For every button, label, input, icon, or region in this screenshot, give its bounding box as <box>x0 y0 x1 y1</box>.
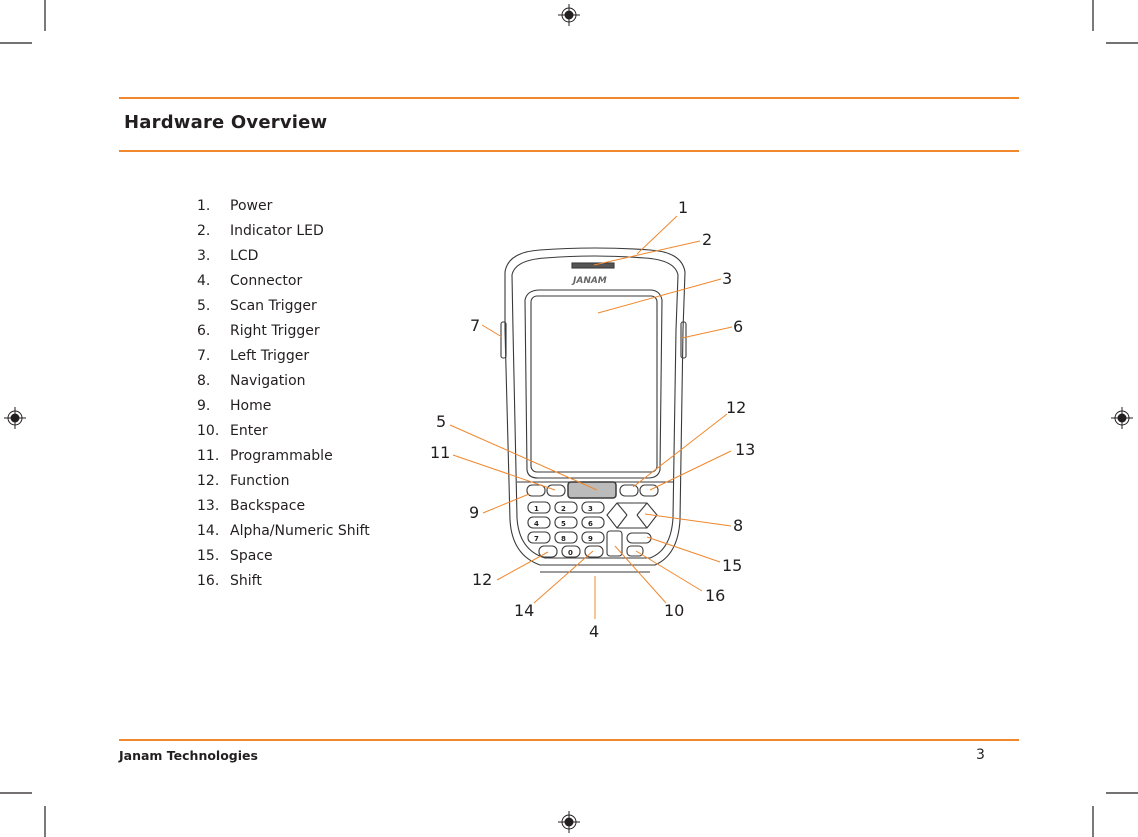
list-item-number: 7. <box>197 348 211 364</box>
list-item-label: Home <box>230 398 272 414</box>
svg-text:0: 0 <box>568 549 573 557</box>
callout-14: 14 <box>514 601 535 620</box>
lcd-screen <box>530 295 658 473</box>
list-item-label: Connector <box>230 273 303 289</box>
callout-5: 5 <box>436 412 447 431</box>
callout-13: 13 <box>735 440 756 459</box>
callout-1: 1 <box>678 198 689 217</box>
svg-text:7: 7 <box>534 535 539 543</box>
svg-text:5: 5 <box>561 520 566 528</box>
list-item-label: Function <box>230 473 290 489</box>
leader-8 <box>644 513 732 527</box>
callout-12-bottom: 12 <box>472 570 493 589</box>
list-item-number: 10. <box>197 423 220 439</box>
programmable-key <box>546 484 566 497</box>
svg-text:9: 9 <box>588 535 593 543</box>
navigation-pad <box>606 502 658 529</box>
leader-13 <box>649 450 732 491</box>
list-item-label: Backspace <box>230 498 306 514</box>
callout-12-top: 12 <box>726 398 747 417</box>
leader-14 <box>533 550 594 604</box>
header-rule-bottom <box>119 150 1019 152</box>
list-item-number: 5. <box>197 298 211 314</box>
callout-6: 6 <box>733 317 744 336</box>
leader-6 <box>681 326 733 339</box>
leader-5 <box>449 424 598 491</box>
callout-11: 11 <box>430 443 451 462</box>
page-number: 3 <box>976 747 985 763</box>
leader-9 <box>482 493 530 514</box>
list-item-number: 2. <box>197 223 211 239</box>
list-item-number: 3. <box>197 248 211 264</box>
callout-7: 7 <box>470 316 481 335</box>
list-item-number: 1. <box>197 198 211 214</box>
brand-logo: JANAM <box>571 276 607 286</box>
list-item-label: Power <box>230 198 273 214</box>
leader-10 <box>614 545 667 604</box>
svg-text:8: 8 <box>561 535 566 543</box>
list-item-label: Right Trigger <box>230 323 320 339</box>
screen-bezel <box>524 289 663 479</box>
list-item-label: Programmable <box>230 448 333 464</box>
svg-text:1: 1 <box>534 505 539 513</box>
list-item-number: 8. <box>197 373 211 389</box>
callout-16: 16 <box>705 586 726 605</box>
leader-1 <box>636 215 678 255</box>
list-item-number: 13. <box>197 498 220 514</box>
leader-7 <box>481 324 503 338</box>
list-item-label: Navigation <box>230 373 306 389</box>
space-key <box>626 532 652 544</box>
page-title: Hardware Overview <box>124 112 328 133</box>
svg-text:3: 3 <box>588 505 593 513</box>
function-key <box>619 484 639 497</box>
list-item-label: Shift <box>230 573 262 589</box>
list-item-number: 9. <box>197 398 211 414</box>
registration-mark-bottom <box>558 811 580 833</box>
callout-8: 8 <box>733 516 744 535</box>
list-item-label: Alpha/Numeric Shift <box>230 523 370 539</box>
list-item-label: Left Trigger <box>230 348 310 364</box>
svg-text:2: 2 <box>561 505 566 513</box>
callout-2: 2 <box>702 230 713 249</box>
leader-15 <box>646 536 721 563</box>
list-item-number: 11. <box>197 448 220 464</box>
indicator-led <box>571 262 615 269</box>
list-item-number: 6. <box>197 323 211 339</box>
header-rule-top <box>119 97 1019 99</box>
footer-rule <box>119 739 1019 741</box>
callout-10: 10 <box>664 601 685 620</box>
registration-mark-left <box>4 407 26 429</box>
list-item-label: Space <box>230 548 273 564</box>
enter-key <box>606 530 623 557</box>
list-item-label: LCD <box>230 248 259 264</box>
list-item-label: Indicator LED <box>230 223 324 239</box>
callout-9: 9 <box>469 503 480 522</box>
list-item-label: Scan Trigger <box>230 298 317 314</box>
footer-company: Janam Technologies <box>119 748 258 763</box>
callout-4: 4 <box>589 622 600 641</box>
list-item-number: 15. <box>197 548 220 564</box>
callout-15: 15 <box>722 556 743 575</box>
list-item-number: 14. <box>197 523 220 539</box>
list-item-number: 12. <box>197 473 220 489</box>
svg-text:4: 4 <box>534 520 539 528</box>
svg-text:6: 6 <box>588 520 593 528</box>
list-item-number: 16. <box>197 573 220 589</box>
scan-trigger-key <box>567 481 617 499</box>
shift-key <box>626 545 644 557</box>
leader-16 <box>635 550 703 592</box>
leader-12-bottom <box>496 551 549 581</box>
registration-mark-right <box>1111 407 1133 429</box>
backspace-key <box>639 484 659 497</box>
home-key <box>526 484 546 497</box>
callout-3: 3 <box>722 269 733 288</box>
registration-mark-top <box>558 4 580 26</box>
list-item-number: 4. <box>197 273 211 289</box>
list-item-label: Enter <box>230 423 268 439</box>
